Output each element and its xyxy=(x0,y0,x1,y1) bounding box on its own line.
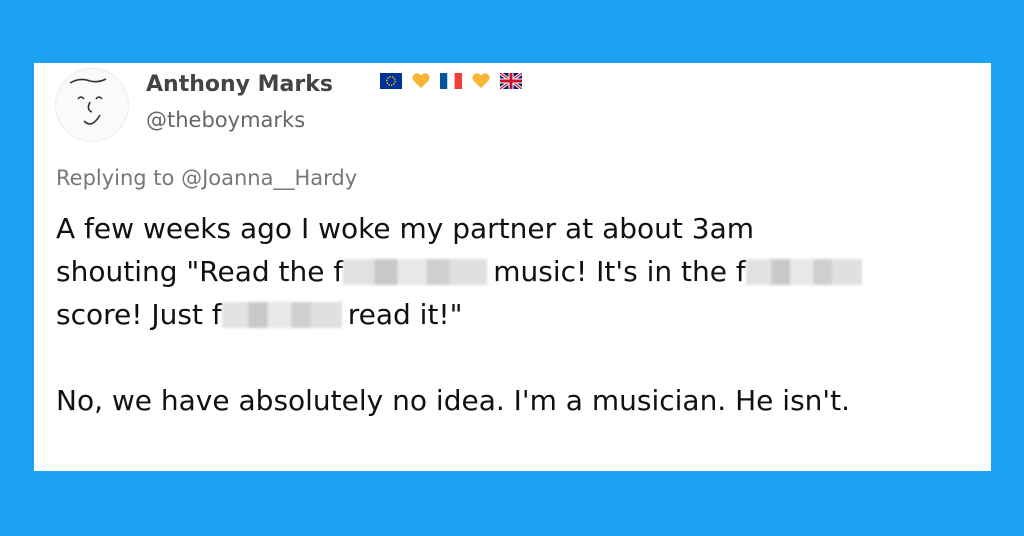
tweet-text: A few weeks ago I woke my partner at abo… xyxy=(56,207,956,422)
tweet-line-3a: score! Just f xyxy=(56,298,222,331)
censored-word xyxy=(745,259,862,285)
tweet-line-2a: shouting "Read the f xyxy=(56,255,344,288)
tweet-line-1: A few weeks ago I woke my partner at abo… xyxy=(56,212,755,245)
avatar-face-icon xyxy=(69,78,107,125)
heart-icon xyxy=(412,73,430,89)
author-handle[interactable]: @theboymarks xyxy=(146,108,305,132)
tweet-line-3b: read it!" xyxy=(347,298,463,331)
tweet-paragraph-2: No, we have absolutely no idea. I'm a mu… xyxy=(56,384,850,417)
replying-to[interactable]: Replying to @Joanna__Hardy xyxy=(56,166,357,190)
author-name[interactable]: Anthony Marks xyxy=(146,72,333,97)
tweet-line-2b: music! It's in the f xyxy=(493,255,746,288)
france-flag-icon xyxy=(440,73,462,89)
name-emoji-row xyxy=(380,73,522,89)
tweet-paragraph-1: A few weeks ago I woke my partner at abo… xyxy=(56,207,956,336)
eu-flag-icon xyxy=(380,73,402,89)
uk-flag-icon xyxy=(500,73,522,89)
heart-icon xyxy=(472,73,490,89)
censored-word xyxy=(221,302,342,328)
censored-word xyxy=(343,259,488,285)
avatar[interactable] xyxy=(56,69,128,141)
tweet-card: Anthony Marks @theboymarks Replying to @… xyxy=(34,63,991,471)
